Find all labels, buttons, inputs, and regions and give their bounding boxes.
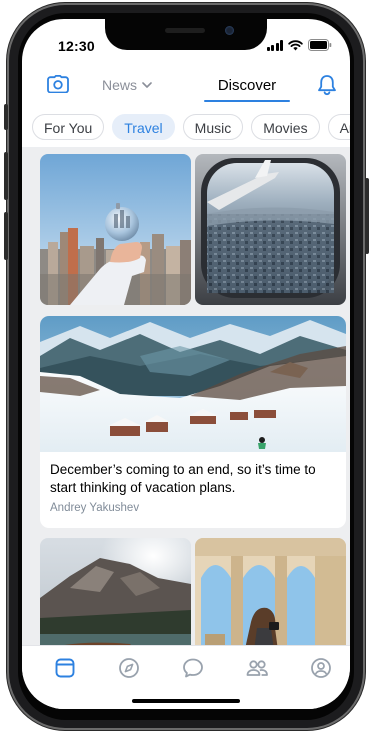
chip-for-you[interactable]: For You (32, 114, 105, 140)
screen: 12:30 News Discover For You Travel Music… (22, 19, 350, 709)
chip-music[interactable]: Music (182, 114, 244, 140)
messages-icon (183, 658, 203, 678)
friends-icon (246, 660, 268, 676)
tab-discover-label: Discover (217, 77, 277, 94)
front-camera (225, 26, 234, 35)
chip-movies[interactable]: Movies (251, 114, 320, 140)
notch (105, 19, 267, 50)
photo-tile-airplane-window[interactable] (195, 154, 346, 305)
tab-friends[interactable] (245, 656, 269, 680)
active-tab-indicator (204, 100, 290, 102)
mountain-lake-image (40, 538, 191, 645)
notifications-button[interactable] (317, 74, 337, 96)
chevron-down-icon (142, 82, 152, 88)
status-icons (266, 39, 333, 51)
chip-art[interactable]: Art (327, 114, 350, 140)
top-navigation: News Discover (22, 71, 350, 105)
post-text: December’s coming to an end, so it’s tim… (50, 462, 316, 495)
camera-button[interactable] (47, 75, 69, 94)
discover-feed[interactable]: December’s coming to an end, so it’s tim… (22, 148, 350, 645)
photo-tile-city-glass-ball[interactable] (40, 154, 191, 305)
speaker-grille (165, 28, 205, 33)
bell-icon (318, 75, 336, 96)
ski-resort-image (40, 316, 346, 452)
airplane-window-image (195, 154, 346, 305)
home-indicator[interactable] (132, 699, 240, 703)
tab-messages[interactable] (181, 656, 205, 680)
post-author[interactable]: Andrey Yakushev (50, 502, 139, 514)
volume-down-button (4, 212, 8, 260)
compass-icon (119, 658, 139, 678)
ancient-arches-image (195, 538, 346, 645)
power-button (365, 178, 369, 254)
tab-news-feed[interactable] (53, 656, 77, 680)
status-time: 12:30 (58, 38, 95, 54)
battery-icon (308, 39, 332, 51)
mute-switch (4, 104, 8, 130)
news-feed-icon (55, 658, 75, 678)
tab-news[interactable]: News (102, 77, 152, 93)
tab-profile[interactable] (309, 656, 333, 680)
wifi-icon (288, 39, 303, 50)
photo-tile-ancient-arches[interactable] (195, 538, 346, 645)
category-chips: For You Travel Music Movies Art (32, 114, 350, 140)
tab-news-label: News (102, 77, 138, 93)
featured-post-card[interactable]: December’s coming to an end, so it’s tim… (40, 316, 346, 528)
tab-discover-nav[interactable] (117, 656, 141, 680)
profile-icon (311, 658, 331, 678)
volume-up-button (4, 152, 8, 200)
photo-tile-mountain-lake[interactable] (40, 538, 191, 645)
camera-icon (47, 75, 69, 94)
signal-icon (266, 39, 283, 51)
tab-discover[interactable]: Discover (204, 75, 290, 102)
chip-travel[interactable]: Travel (112, 114, 175, 140)
city-glass-ball-image (40, 154, 191, 305)
